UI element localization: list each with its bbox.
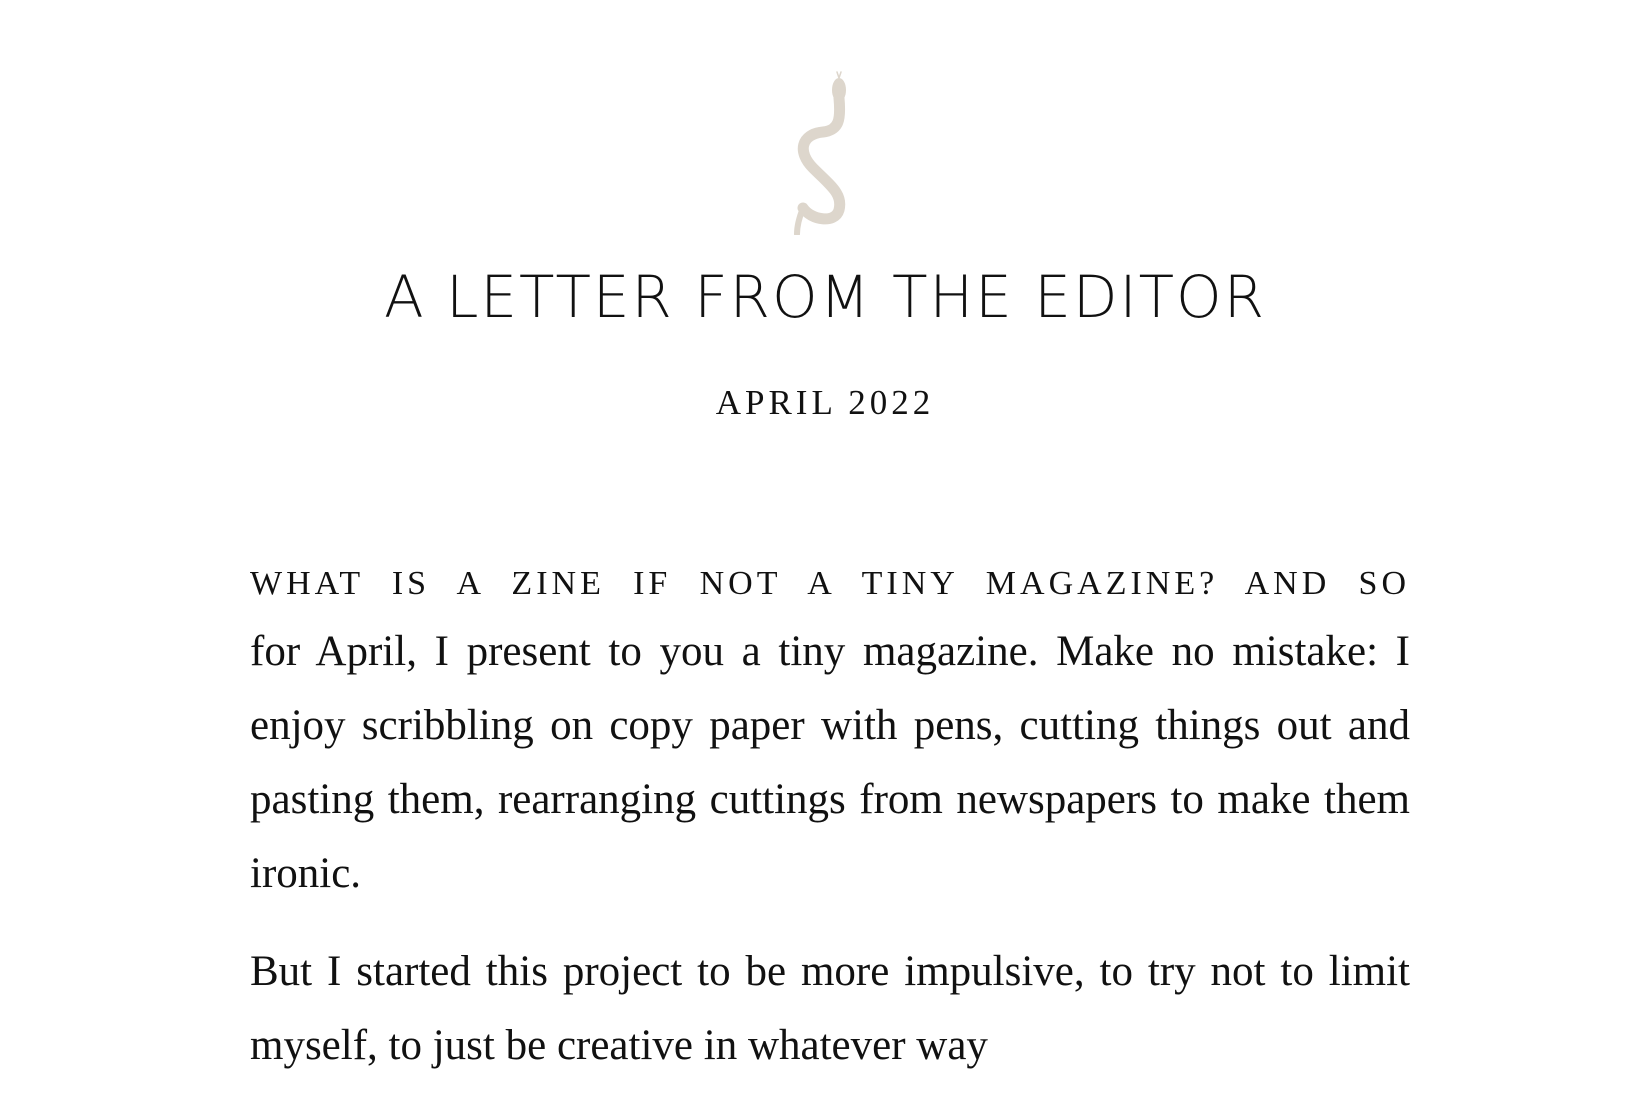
editor-letter-body: WHAT IS A ZINE IF NOT A TINY MAGAZINE? A… (250, 567, 1410, 1107)
issue-date: APRIL 2022 (715, 383, 935, 422)
page-title: A LETTER FROM THE EDITOR (383, 263, 1266, 331)
snake-icon (794, 71, 846, 235)
letter-page: A LETTER FROM THE EDITOR APRIL 2022 WHAT… (0, 0, 1650, 1100)
paragraph: for April, I present to you a tiny magaz… (250, 628, 1410, 897)
paragraph: But I started this project to be more im… (250, 948, 1410, 1069)
lead-in-text: WHAT IS A ZINE IF NOT A TINY MAGAZINE? A… (250, 565, 1410, 602)
